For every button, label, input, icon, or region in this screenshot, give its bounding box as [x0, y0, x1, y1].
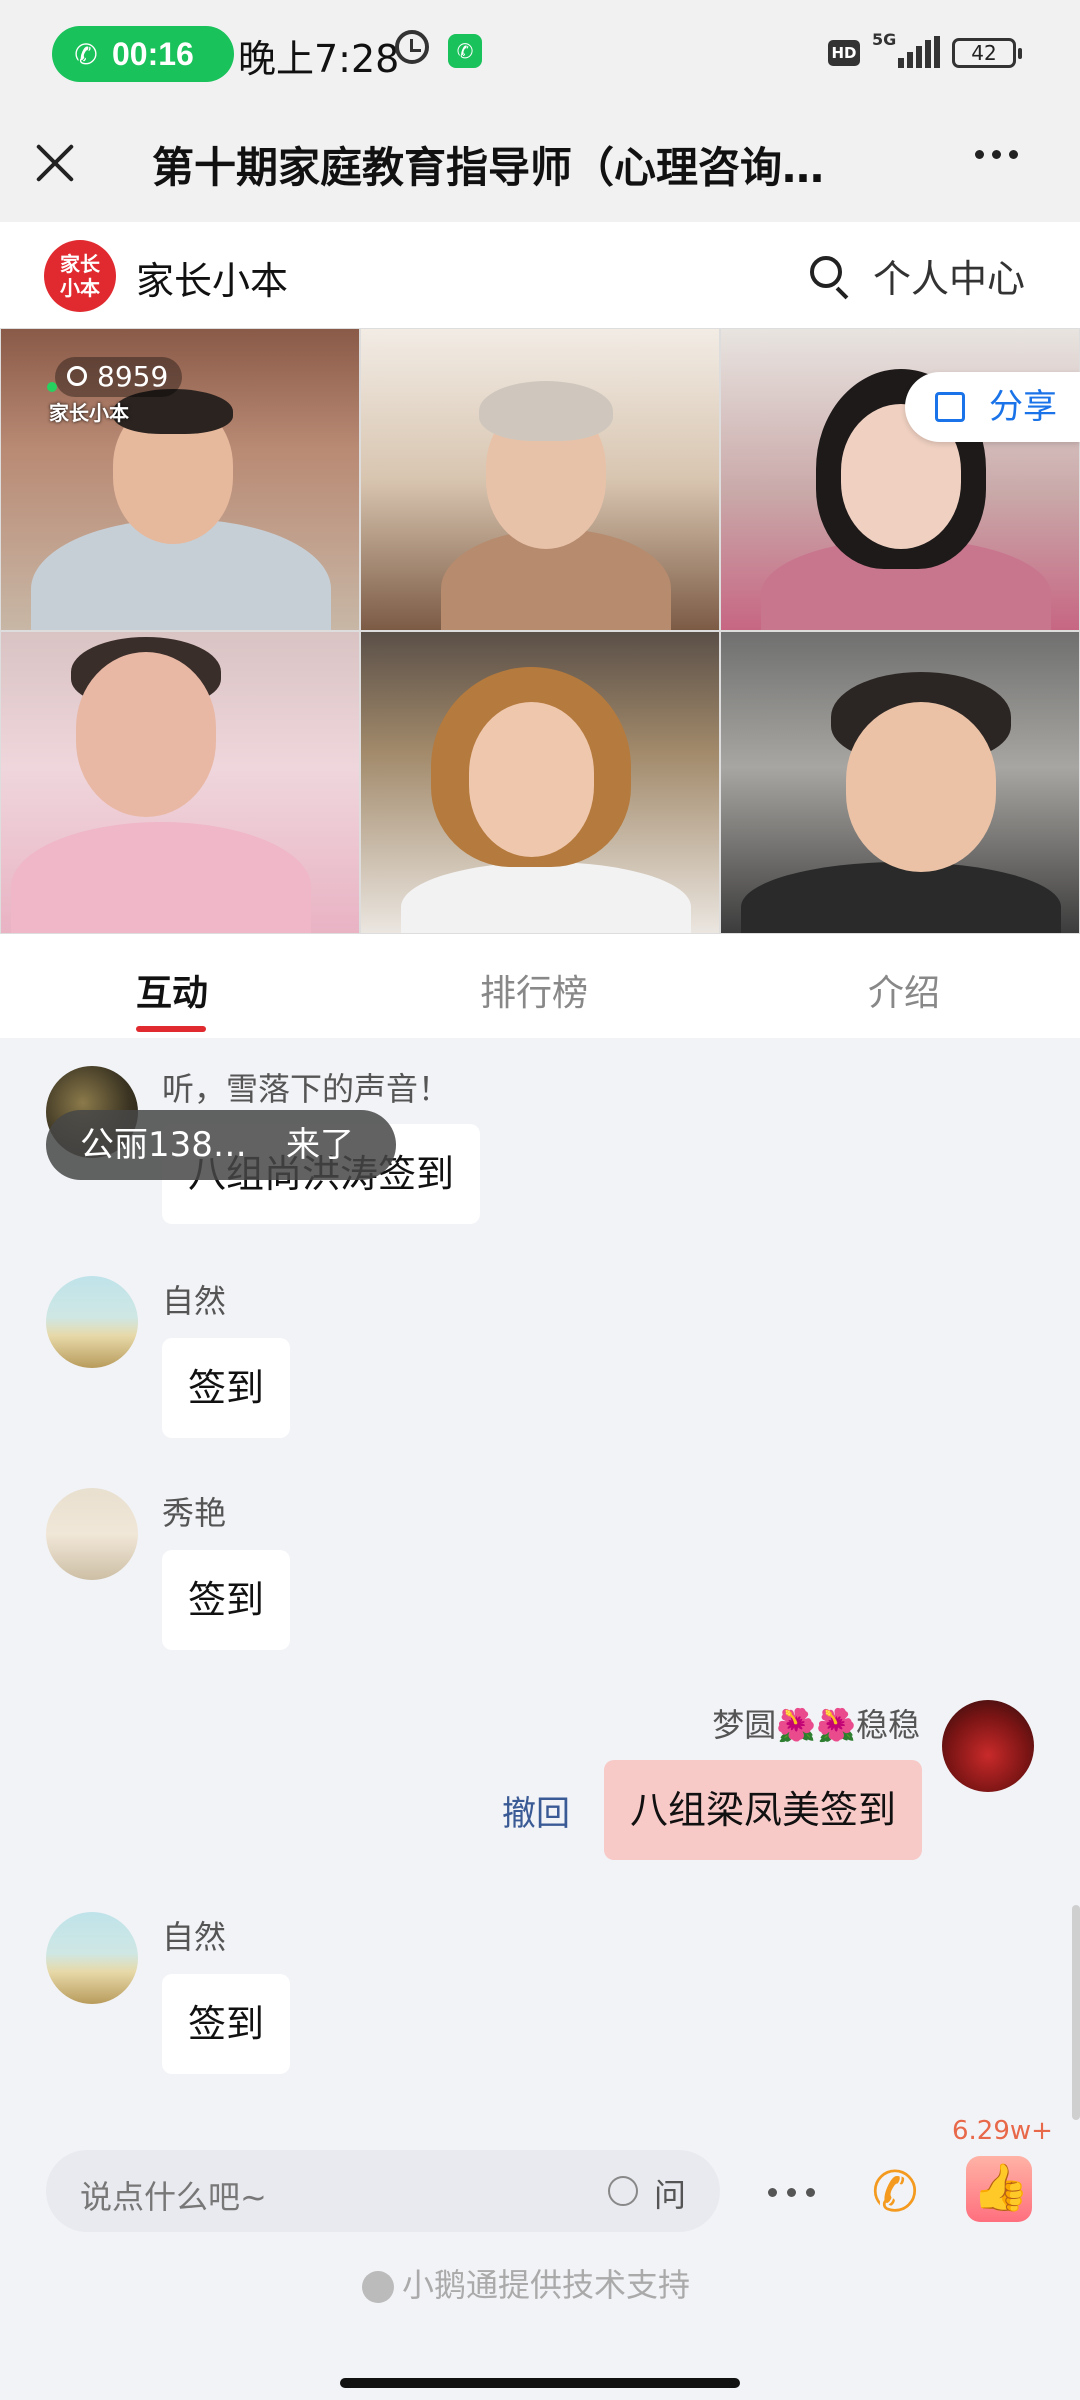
tab-ranking[interactable]: 排行榜 [480, 964, 588, 1016]
sender-name: 自然 [162, 1918, 227, 1956]
comment-input[interactable]: 说点什么吧~ 问 [46, 2150, 720, 2232]
tab-bar: 互动 排行榜 介绍 [0, 934, 1080, 1038]
home-indicator[interactable] [340, 2378, 740, 2388]
more-options-icon[interactable] [975, 150, 1018, 159]
toast-user: 公丽138… [80, 1125, 247, 1165]
toast-action: 来了 [286, 1125, 354, 1165]
video-tile-host[interactable]: 8959 家长小本 [0, 328, 360, 631]
scrollbar[interactable] [1072, 1905, 1080, 2120]
share-button[interactable]: 分享 [905, 372, 1080, 442]
personal-center-link[interactable]: 个人中心 [873, 248, 1025, 303]
call-timer: 00:16 [112, 35, 194, 72]
message-bubble-mine[interactable]: 八组梁凤美签到 [603, 1760, 922, 1860]
live-dot [47, 382, 57, 392]
page-title: 第十期家庭教育指导师（心理咨询… [152, 143, 825, 192]
viewer-count: 8959 [97, 360, 169, 393]
brand-bar: 家长 小本 家长小本 个人中心 [0, 222, 1080, 328]
message-bubble[interactable]: 签到 [162, 1338, 291, 1438]
sender-name: 听，雪落下的声音！ [162, 1070, 451, 1108]
video-tile-participant-4[interactable] [360, 631, 720, 934]
ask-label[interactable]: 问 [654, 2170, 686, 2216]
connect-mic-icon[interactable]: ✆ [862, 2160, 928, 2226]
recall-link[interactable]: 撤回 [502, 1786, 570, 1835]
watermark: 家长小本 [49, 401, 129, 425]
search-icon[interactable] [810, 256, 842, 288]
avatar[interactable] [46, 1912, 138, 2004]
status-bar: ✆ 00:16 晚上7:28 ✆ HD 5G 42 [0, 0, 1080, 110]
call-app-icon: ✆ [448, 34, 482, 68]
share-icon [935, 392, 965, 422]
powered-by: 小鹅通提供技术支持 [362, 2260, 690, 2306]
avatar[interactable] [942, 1700, 1034, 1792]
avatar[interactable] [46, 1488, 138, 1580]
brand-name[interactable]: 家长小本 [136, 250, 288, 305]
tab-interaction[interactable]: 互动 [136, 964, 208, 1016]
message-bubble[interactable]: 签到 [162, 1550, 291, 1650]
hd-indicator: HD [828, 40, 860, 66]
active-tab-indicator [136, 1026, 206, 1032]
alarm-icon [395, 30, 429, 64]
title-bar: 第十期家庭教育指导师（心理咨询… [0, 110, 1080, 222]
ask-toggle-icon[interactable] [608, 2176, 638, 2206]
battery-indicator: 42 [952, 38, 1022, 68]
brand-logo[interactable]: 家长 小本 [44, 240, 116, 312]
like-count: 6.29w+ [952, 2116, 1053, 2146]
bottom-bar: 说点什么吧~ 问 ✆ 6.29w+ 小鹅通提供技术支持 [0, 2116, 1080, 2400]
signal-icon [898, 36, 940, 68]
call-timer-pill[interactable]: ✆ 00:16 [52, 26, 234, 82]
viewer-count-badge: 8959 [55, 357, 183, 397]
xiaoe-logo-icon [362, 2271, 394, 2303]
sender-name: 梦圆🌺🌺稳稳 [712, 1706, 920, 1744]
avatar[interactable] [46, 1276, 138, 1368]
viewers-icon [67, 366, 87, 386]
chat-list[interactable]: 听，雪落下的声音！ 八组尚洪涛签到 自然 签到 秀艳 签到 梦圆🌺🌺稳稳 撤回 … [0, 1038, 1080, 2120]
close-icon[interactable] [30, 138, 80, 188]
video-tile-participant-1[interactable] [360, 328, 720, 631]
video-tile-participant-5[interactable] [720, 631, 1080, 934]
more-icon[interactable] [768, 2188, 815, 2197]
tab-introduction[interactable]: 介绍 [868, 964, 940, 1016]
like-icon[interactable] [966, 2156, 1032, 2222]
network-type: 5G [872, 30, 897, 49]
sender-name: 自然 [162, 1282, 227, 1320]
comment-placeholder: 说点什么吧~ [80, 2178, 267, 2216]
join-toast: 公丽138… 来了 [46, 1110, 396, 1180]
clock: 晚上7:28 [238, 37, 400, 81]
sender-name: 秀艳 [162, 1494, 227, 1532]
phone-icon: ✆ [74, 37, 98, 71]
message-bubble[interactable]: 签到 [162, 1974, 291, 2074]
video-tile-participant-3[interactable] [0, 631, 360, 934]
